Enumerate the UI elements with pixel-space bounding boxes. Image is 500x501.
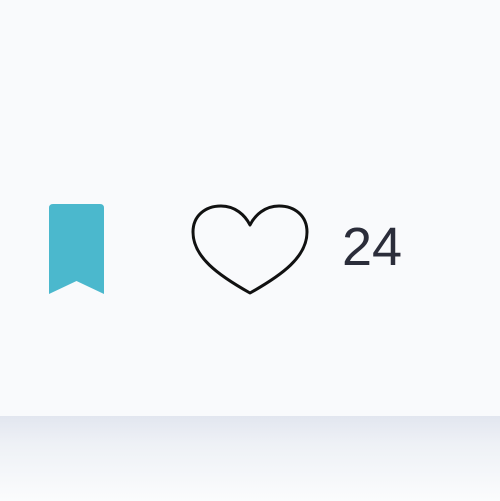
heart-outline-icon[interactable] (190, 203, 310, 298)
like-control: 24 (190, 203, 402, 298)
card-bottom-shadow (0, 416, 500, 501)
bookmark-button[interactable] (49, 204, 104, 294)
action-bar: 24 (0, 0, 500, 416)
bookmark-icon (49, 204, 104, 294)
like-count: 24 (342, 216, 403, 277)
